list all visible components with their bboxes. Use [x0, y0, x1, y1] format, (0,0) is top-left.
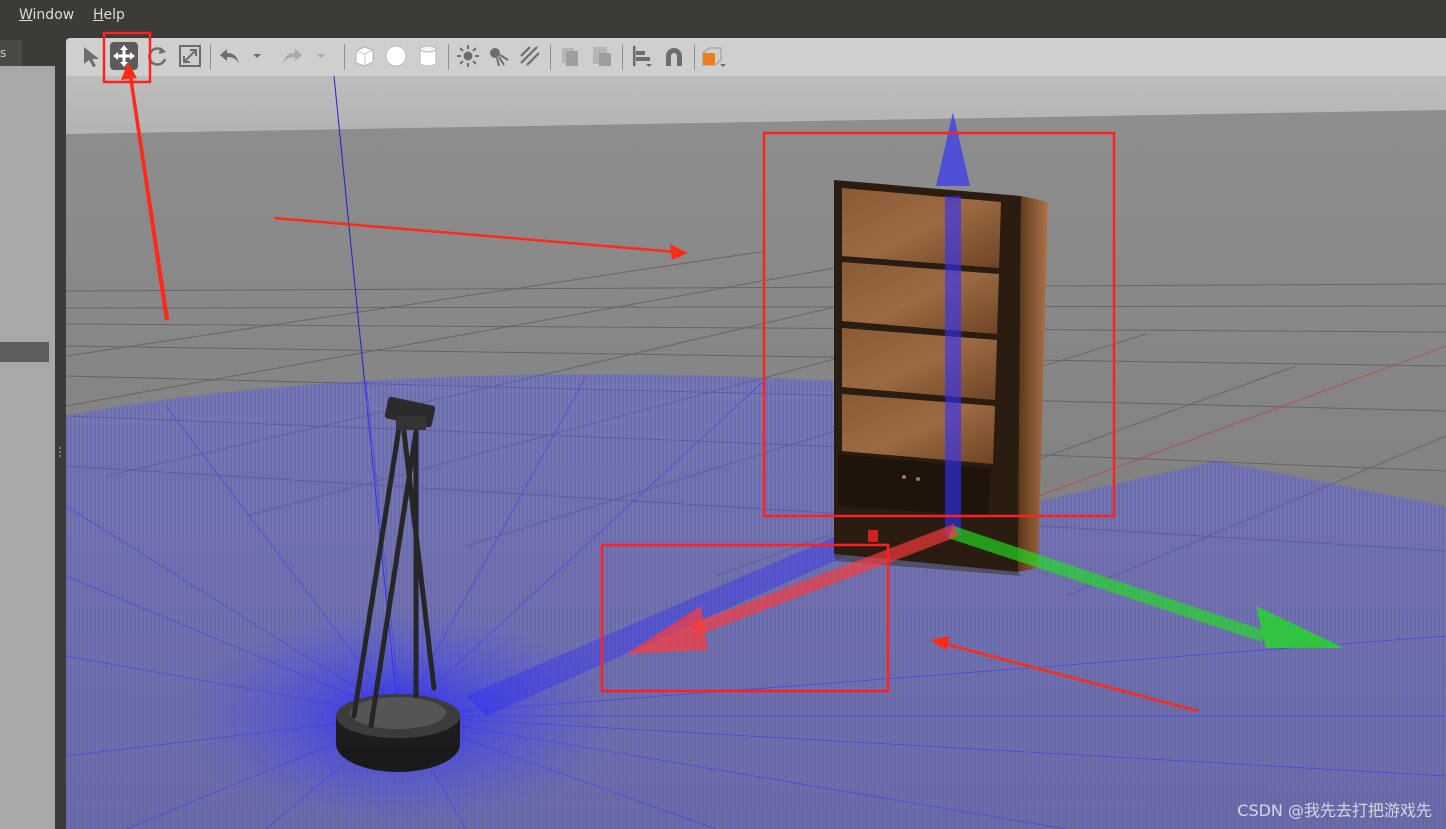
rotate-mode-button[interactable]	[144, 42, 172, 70]
directional-light-icon	[520, 46, 540, 66]
select-mode-icon	[84, 47, 99, 67]
gizmo-origin-marker	[868, 530, 878, 542]
cylinder-shape-icon	[419, 45, 437, 67]
scene-viewport[interactable]	[66, 76, 1446, 829]
menu-bar: Window Help	[0, 0, 1446, 32]
point-light-button[interactable]	[454, 42, 482, 70]
chevron-down-icon	[253, 54, 261, 58]
sphere-shape-icon	[385, 45, 407, 67]
align-icon	[633, 46, 652, 67]
gizmo-z-handle[interactable]	[945, 196, 961, 536]
view-angle-button[interactable]	[700, 42, 728, 70]
redo-button[interactable]	[278, 42, 306, 70]
snap-icon	[666, 48, 682, 66]
box-shape-icon	[355, 46, 374, 67]
toolbar-separator	[622, 44, 623, 70]
view-angle-accent	[703, 53, 715, 65]
left-panel-tab[interactable]: s	[0, 40, 22, 66]
point-light-icon	[457, 45, 479, 67]
translate-mode-icon	[113, 45, 135, 67]
view-angle-icon	[702, 47, 726, 67]
snap-button[interactable]	[660, 42, 688, 70]
box-shape-button[interactable]	[350, 42, 378, 70]
copy-icon	[562, 48, 578, 66]
watermark: CSDN @我先去打把游戏先	[1237, 801, 1432, 820]
rotate-mode-icon	[148, 47, 167, 66]
scale-mode-button[interactable]	[176, 42, 204, 70]
toolbar-separator	[344, 44, 345, 70]
left-panel	[0, 66, 56, 829]
undo-icon	[220, 49, 239, 64]
translate-mode-button[interactable]	[110, 42, 138, 70]
toolbar-separator	[448, 44, 449, 70]
spot-light-icon	[490, 48, 509, 67]
redo-history-dropdown[interactable]	[314, 42, 328, 70]
align-button[interactable]	[628, 42, 656, 70]
chevron-down-icon	[317, 54, 325, 58]
scene-render[interactable]	[66, 76, 1446, 829]
directional-light-button[interactable]	[516, 42, 544, 70]
menu-help[interactable]: Help	[93, 7, 125, 23]
select-mode-button[interactable]	[78, 42, 106, 70]
left-panel-selected-row[interactable]	[0, 342, 49, 362]
toolbar-separator	[694, 44, 695, 70]
paste-button[interactable]	[588, 42, 616, 70]
panel-splitter[interactable]	[55, 66, 65, 829]
undo-button[interactable]	[216, 42, 244, 70]
scale-mode-icon	[179, 45, 201, 67]
copy-button[interactable]	[556, 42, 584, 70]
paste-icon	[593, 47, 611, 66]
toolbar-separator	[210, 44, 211, 70]
menu-window[interactable]: Window	[19, 7, 74, 23]
toolbar	[66, 38, 1446, 76]
cylinder-shape-button[interactable]	[414, 42, 442, 70]
toolbar-separator	[550, 44, 551, 70]
undo-history-dropdown[interactable]	[250, 42, 264, 70]
redo-icon	[283, 49, 302, 64]
spot-light-button[interactable]	[484, 42, 512, 70]
sphere-shape-button[interactable]	[382, 42, 410, 70]
